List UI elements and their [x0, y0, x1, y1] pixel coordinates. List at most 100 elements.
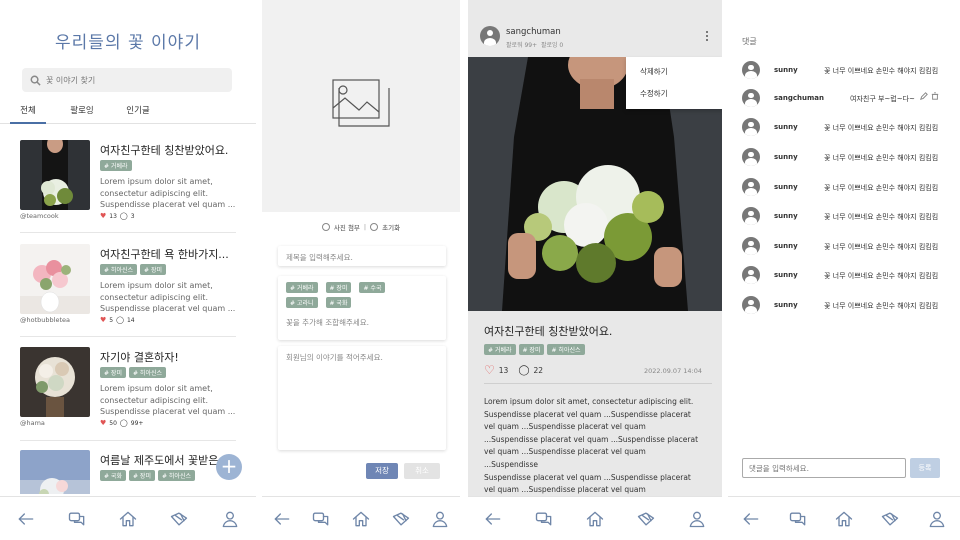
avatar[interactable]: [742, 118, 760, 136]
comment-icon[interactable]: ◯: [116, 316, 124, 324]
heart-icon[interactable]: ♥: [100, 419, 106, 427]
nav-home[interactable]: [582, 506, 608, 532]
nav-profile[interactable]: [924, 506, 950, 532]
post-author[interactable]: @hotbubbletea: [20, 316, 70, 324]
flower-add-input[interactable]: 꽃을 추가해 조합해주세요.: [286, 317, 438, 328]
comment-author[interactable]: sunny: [774, 212, 798, 220]
nav-home[interactable]: [348, 506, 374, 532]
nav-profile[interactable]: [217, 506, 243, 532]
nav-home[interactable]: [115, 506, 141, 532]
avatar[interactable]: [742, 296, 760, 314]
avatar[interactable]: [742, 266, 760, 284]
feed-post[interactable]: @teamcook 여자친구한테 칭찬받았어요. # 거베라 Lorem ips…: [20, 140, 236, 240]
comment-author[interactable]: sunny: [774, 183, 798, 191]
search-input[interactable]: [46, 75, 226, 85]
post-title[interactable]: 여자친구한테 욕 한바가지...: [100, 246, 240, 262]
comment-author[interactable]: sunny: [774, 271, 798, 279]
avatar[interactable]: [742, 148, 760, 166]
post-title[interactable]: 자기야 결혼하자!: [100, 349, 240, 365]
nav-profile[interactable]: [427, 506, 453, 532]
avatar[interactable]: [480, 26, 500, 46]
feed-post[interactable]: @hama 자기야 결혼하자! # 장미 # 히아신스 Lorem ipsum …: [20, 347, 236, 447]
post-title[interactable]: 여자친구한테 칭찬받았어요.: [100, 142, 240, 158]
nav-bouquet[interactable]: [166, 506, 192, 532]
heart-icon[interactable]: ♡: [484, 363, 495, 377]
comment-author[interactable]: sunny: [774, 153, 798, 161]
tab-following[interactable]: 팔로잉: [64, 104, 100, 124]
new-post-button[interactable]: +: [216, 454, 242, 480]
comment-input[interactable]: [742, 458, 906, 478]
tab-popular[interactable]: 인기글: [118, 104, 158, 124]
heart-icon[interactable]: ♥: [100, 316, 106, 324]
flower-tag[interactable]: # 거베라: [286, 282, 318, 293]
nav-chat[interactable]: [785, 506, 811, 532]
flower-combination-field[interactable]: # 거베라 # 장미 # 수국 # 고라니 # 국화 꽃을 추가해 조합해주세요…: [278, 276, 446, 340]
nav-back[interactable]: [269, 506, 295, 532]
flower-tag[interactable]: # 거베라: [100, 160, 132, 171]
comment-author[interactable]: sunny: [774, 242, 798, 250]
comment-submit-button[interactable]: 등록: [910, 458, 940, 478]
nav-bouquet[interactable]: [877, 506, 903, 532]
comment-icon[interactable]: ◯: [120, 419, 128, 427]
edit-post-item[interactable]: 수정하기: [626, 83, 722, 105]
comment-author[interactable]: sunny: [774, 66, 798, 74]
nav-chat[interactable]: [531, 506, 557, 532]
edit-pencil-icon[interactable]: [920, 92, 928, 100]
cancel-button[interactable]: 취소: [404, 463, 440, 479]
image-upload-area[interactable]: [262, 0, 460, 212]
flower-tag[interactable]: # 장미: [325, 282, 352, 293]
flower-tag[interactable]: # 거베라: [484, 344, 516, 355]
flower-tag[interactable]: # 국화: [325, 297, 352, 308]
nav-back[interactable]: [13, 506, 39, 532]
trash-icon[interactable]: [931, 92, 939, 100]
flower-tag[interactable]: # 히아신스: [128, 367, 166, 378]
flower-tag[interactable]: # 고라니: [286, 297, 318, 308]
nav-chat[interactable]: [64, 506, 90, 532]
story-textarea[interactable]: 회원님의 이야기를 적어주세요.: [278, 346, 446, 450]
followers-count[interactable]: 팔로워 99+: [506, 42, 537, 49]
flower-tag[interactable]: # 장미: [518, 344, 545, 355]
avatar[interactable]: [742, 207, 760, 225]
flower-tag[interactable]: # 장미: [140, 264, 166, 275]
following-count[interactable]: 팔로잉 0: [541, 42, 563, 49]
avatar[interactable]: [742, 237, 760, 255]
comment-icon[interactable]: ◯: [120, 212, 128, 220]
nav-back[interactable]: [480, 506, 506, 532]
avatar[interactable]: [742, 89, 760, 107]
post-author[interactable]: @hama: [20, 419, 45, 427]
tab-all[interactable]: 전체: [10, 104, 46, 124]
attach-photo-label[interactable]: 사진 첨부: [334, 222, 360, 232]
save-button[interactable]: 저장: [366, 463, 398, 479]
comment-author[interactable]: sangchuman: [774, 94, 824, 102]
flower-tag[interactable]: # 국화: [100, 470, 126, 481]
avatar[interactable]: [742, 61, 760, 79]
comment-icon[interactable]: ◯: [518, 365, 529, 376]
reset-label[interactable]: 초기화: [382, 222, 400, 232]
title-field[interactable]: 제목을 입력해주세요.: [278, 246, 446, 266]
attach-photo-radio[interactable]: [321, 223, 330, 231]
nav-bouquet[interactable]: [388, 506, 414, 532]
avatar[interactable]: [742, 178, 760, 196]
nav-profile[interactable]: [684, 506, 710, 532]
comment-author[interactable]: sunny: [774, 301, 798, 309]
nav-chat[interactable]: [308, 506, 334, 532]
flower-tag[interactable]: # 장미: [128, 470, 155, 481]
search-bar[interactable]: [22, 68, 232, 92]
flower-tag[interactable]: # 수국: [359, 282, 386, 293]
nav-home[interactable]: [831, 506, 857, 532]
heart-icon[interactable]: ♥: [100, 212, 106, 220]
comment-author[interactable]: sunny: [774, 123, 798, 131]
nav-back[interactable]: [738, 506, 764, 532]
feed-post[interactable]: 여름날 제주도에서 꽃받은... # 국화 # 장미 # 히아신스: [20, 450, 236, 494]
post-username[interactable]: sangchuman: [506, 27, 561, 37]
flower-tag[interactable]: # 히아신스: [547, 344, 585, 355]
reset-radio[interactable]: [370, 223, 379, 231]
flower-tag[interactable]: # 히아신스: [157, 470, 195, 481]
flower-tag[interactable]: # 히아신스: [100, 264, 138, 275]
feed-post[interactable]: @hotbubbletea 여자친구한테 욕 한바가지... # 히아신스 # …: [20, 244, 236, 344]
nav-bouquet[interactable]: [633, 506, 659, 532]
post-author[interactable]: @teamcook: [20, 212, 59, 220]
more-menu-icon[interactable]: [704, 29, 710, 45]
delete-post-item[interactable]: 삭제하기: [626, 61, 722, 83]
flower-tag[interactable]: # 장미: [100, 367, 126, 378]
